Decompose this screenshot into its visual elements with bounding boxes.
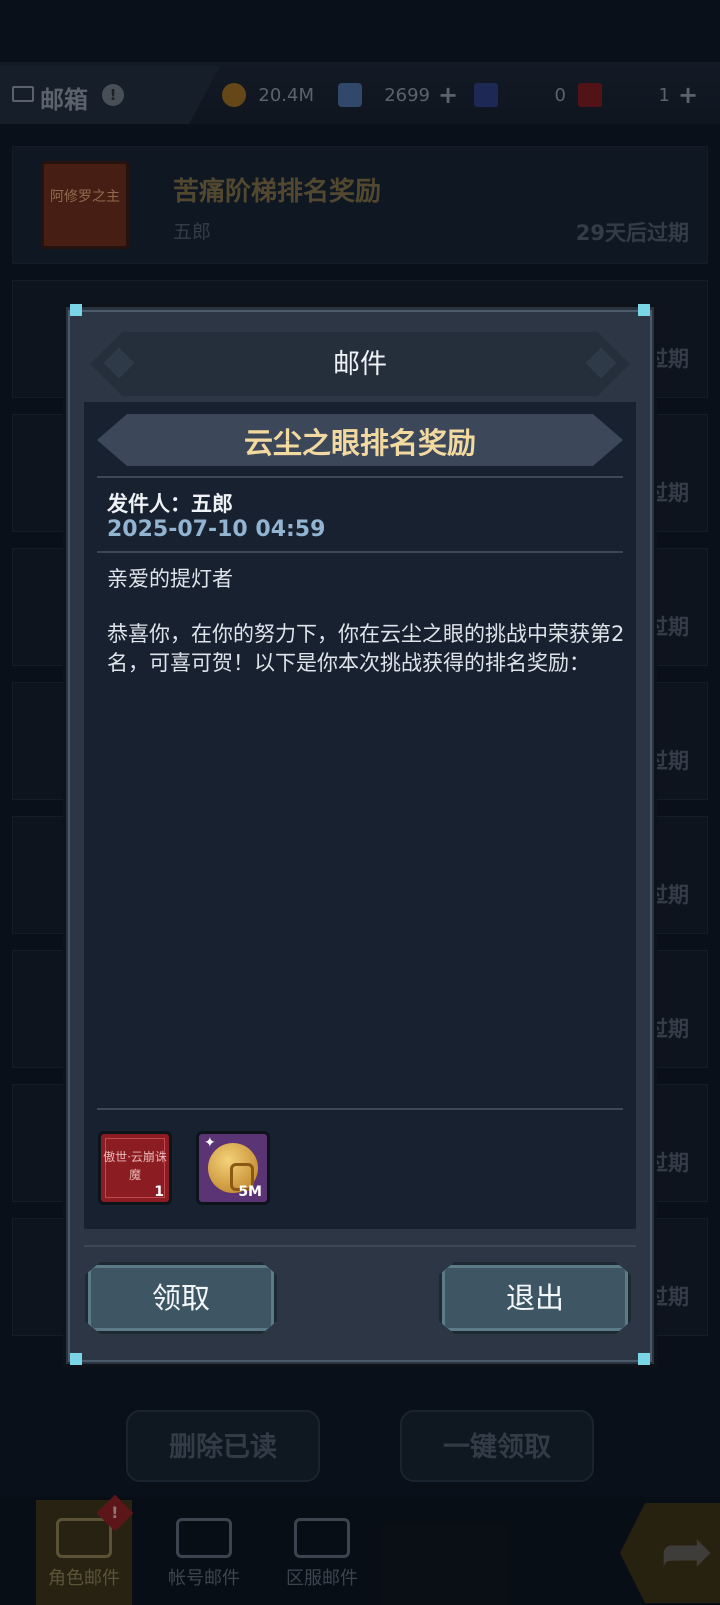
exit-button[interactable]: 退出 (439, 1262, 631, 1334)
divider (97, 1108, 623, 1110)
divider (84, 1245, 636, 1247)
divider (97, 551, 623, 553)
frame-corner (70, 304, 82, 316)
mail-body: 亲爱的提灯者 恭喜你，在你的努力下，你在云尘之眼的挑战中荣获第2名，可喜可贺！以… (107, 565, 627, 678)
divider (97, 476, 623, 478)
frame-corner (638, 1353, 650, 1365)
reward-item-qty: 1 (154, 1184, 164, 1200)
sparkle-icon: ✦ (204, 1135, 216, 1151)
reward-item-gold[interactable]: ✦ 5M (196, 1131, 270, 1205)
mail-date: 2025-07-10 04:59 (107, 517, 326, 542)
reward-item-qty: 5M (238, 1184, 262, 1200)
reward-item-name: 傲世·云崩诛魔 (103, 1150, 167, 1182)
frame-corner (638, 304, 650, 316)
mail-subject-title: 云尘之眼排名奖励 (243, 426, 476, 460)
claim-button[interactable]: 领取 (85, 1262, 277, 1334)
frame-corner (70, 1353, 82, 1365)
mail-greeting: 亲爱的提灯者 (107, 567, 233, 591)
reward-item-weapon[interactable]: 傲世·云崩诛魔 1 (98, 1131, 172, 1205)
mail-sender-label: 发件人：五郎 (107, 492, 233, 516)
dialog-title: 邮件 (333, 349, 387, 380)
mail-body-text: 恭喜你，在你的努力下，你在云尘之眼的挑战中荣获第2名，可喜可贺！以下是你本次挑战… (107, 622, 625, 675)
